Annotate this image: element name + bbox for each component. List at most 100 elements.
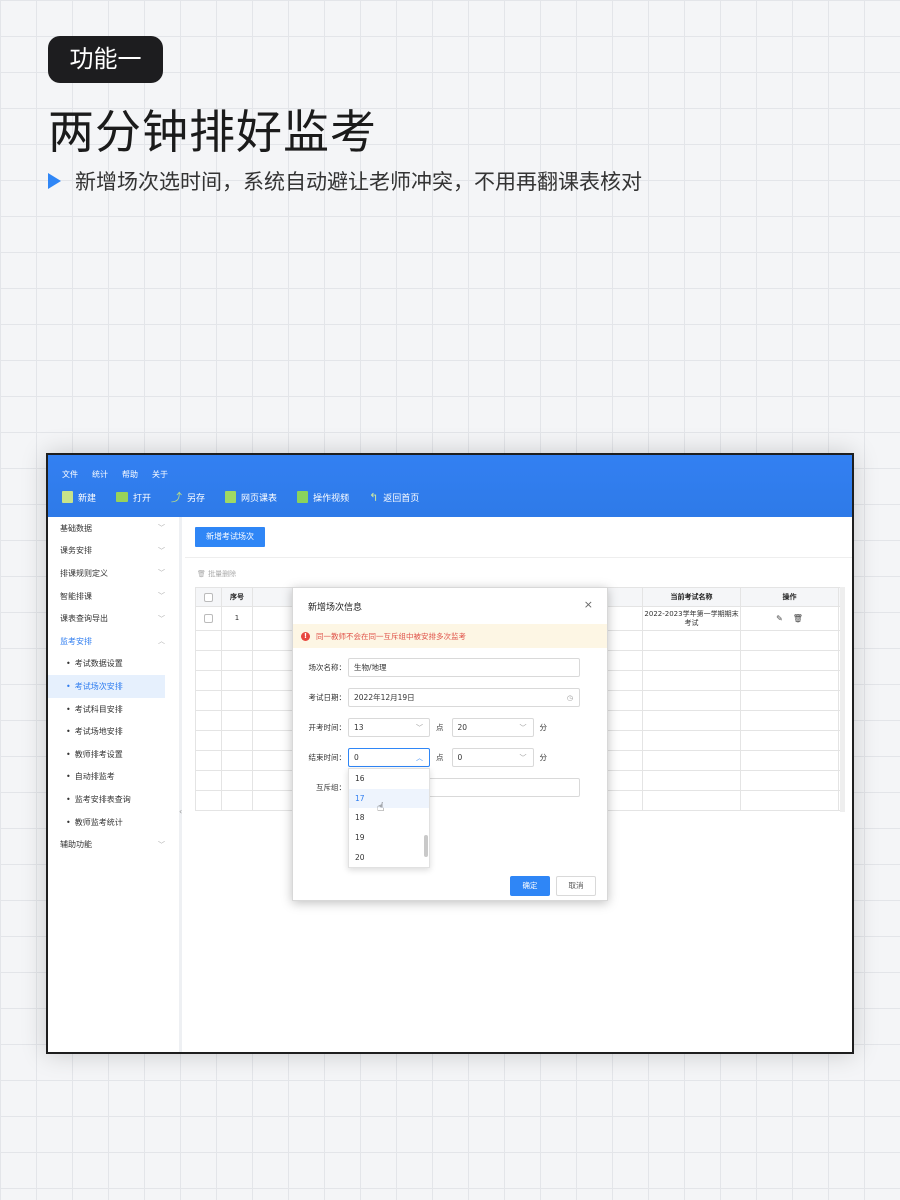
webtable-button[interactable]: 网页课表 [225, 491, 277, 504]
new-button[interactable]: 新建 [62, 491, 96, 504]
mutex-group-row: 互斥组： [293, 778, 580, 797]
row-checkbox[interactable] [204, 614, 213, 623]
video-button-label: 操作视频 [313, 493, 350, 504]
menu-file[interactable]: 文件 [62, 469, 78, 480]
edit-icon[interactable]: ✎ [776, 614, 783, 623]
sidebar-sub-label: 考试科目安排 [74, 704, 123, 714]
menu-bar: 文件 统计 帮助 关于 [62, 469, 168, 480]
back-arrow-icon: ↰ [369, 490, 379, 504]
cancel-button[interactable]: 取消 [556, 876, 596, 896]
collapse-sidebar-icon[interactable]: ‹ [179, 807, 182, 816]
sidebar-sub-proctor-query[interactable]: • 监考安排表查询 [48, 788, 165, 811]
chevron-up-icon: ︿ [158, 637, 165, 646]
new-button-label: 新建 [78, 493, 97, 504]
chevron-down-icon: ﹀ [158, 546, 165, 555]
sidebar-item-query-export[interactable]: 课表查询导出 ﹀ [48, 607, 179, 630]
exam-date-value: 2022年12月19日 [354, 693, 415, 702]
close-icon[interactable]: × [584, 598, 593, 611]
confirm-button[interactable]: 确定 [510, 876, 550, 896]
sidebar-item-label: 监考安排 [60, 636, 92, 646]
sidebar-item-aux[interactable]: 辅助功能 ﹀ [48, 833, 179, 856]
open-button-label: 打开 [133, 493, 152, 504]
new-file-icon [62, 491, 73, 503]
menu-about[interactable]: 关于 [152, 469, 168, 480]
dropdown-option[interactable]: 19 [349, 828, 429, 848]
sidebar-sub-proctor-stats[interactable]: • 教师监考统计 [48, 811, 165, 834]
home-button[interactable]: ↰ 返回首页 [369, 491, 419, 504]
menu-help[interactable]: 帮助 [122, 469, 138, 480]
exam-date-picker[interactable]: 2022年12月19日 ◷ [348, 688, 580, 707]
end-time-row: 结束时间： 0 ︿ 点 0 ﹀ 分 [293, 748, 555, 767]
app-header: 文件 统计 帮助 关于 新建 打开 ⤴ 另存 网页课表 操作视频 ↰ 返回首页 [48, 455, 852, 517]
add-exam-session-button[interactable]: 新增考试场次 [195, 527, 265, 547]
row-actions: ✎ 🗑 [741, 607, 839, 630]
start-minute-select[interactable]: 20 ﹀ [451, 718, 534, 737]
start-hour-select[interactable]: 13 ﹀ [348, 718, 430, 737]
video-button[interactable]: 操作视频 [297, 491, 349, 504]
sidebar-item-label: 排课规则定义 [60, 568, 108, 578]
select-all-checkbox[interactable] [204, 592, 213, 602]
dropdown-scrollbar[interactable] [424, 835, 428, 857]
delete-icon[interactable]: 🗑 [793, 614, 803, 623]
row-exam-name: 2022-2023学年第一学期期末考试 [643, 607, 741, 630]
start-time-row: 开考时间： 13 ﹀ 点 20 ﹀ 分 [293, 718, 555, 737]
batch-delete-button[interactable]: 🗑 批量删除 [197, 569, 236, 579]
hour-dropdown: 16 17 18 19 20 [348, 768, 430, 868]
end-minute-value: 0 [457, 753, 463, 762]
sidebar-sub-label: 教师排考设置 [74, 749, 123, 759]
chevron-down-icon: ﹀ [158, 524, 165, 533]
dropdown-option[interactable]: 18 [349, 808, 429, 828]
sidebar-item-proctor[interactable]: 监考安排 ︿ [48, 630, 179, 653]
sidebar-sub-label: 自动排监考 [74, 772, 115, 782]
warning-text: 同一教师不会在同一互斥组中被安排多次监考 [316, 631, 466, 641]
clock-icon: ◷ [566, 693, 573, 702]
header-actions: 操作 [741, 588, 839, 606]
sidebar-sub-label: 考试场次安排 [74, 681, 123, 691]
exam-date-row: 考试日期： 2022年12月19日 ◷ [293, 688, 580, 707]
session-name-input[interactable]: 生物/地理 [348, 658, 580, 677]
end-minute-select[interactable]: 0 ﹀ [451, 748, 534, 767]
header-checkbox-cell [196, 588, 222, 606]
sidebar-item-rules[interactable]: 排课规则定义 ﹀ [48, 562, 179, 585]
chevron-up-icon: ︿ [416, 753, 423, 762]
sidebar-sub-exam-sessions[interactable]: • 考试场次安排 [48, 675, 165, 698]
sidebar-sub-label: 考试数据设置 [74, 659, 123, 669]
sidebar-item-course-affairs[interactable]: 课务安排 ﹀ [48, 540, 179, 563]
sidebar-item-smart-schedule[interactable]: 智能排课 ﹀ [48, 585, 179, 608]
menu-stats[interactable]: 统计 [92, 469, 108, 480]
sidebar-sub-exam-venues[interactable]: • 考试场地安排 [48, 720, 165, 743]
chevron-down-icon: ﹀ [158, 569, 165, 578]
webtable-button-label: 网页课表 [241, 493, 278, 504]
saveas-button[interactable]: ⤴ 另存 [171, 489, 205, 505]
chevron-down-icon: ﹀ [158, 592, 165, 601]
subtitle: 新增场次选时间，系统自动避让老师冲突，不用再翻课表核对 [48, 166, 642, 196]
hour-unit: 点 [436, 753, 444, 762]
row-index: 1 [222, 607, 253, 630]
sidebar-sub-teacher-settings[interactable]: • 教师排考设置 [48, 743, 165, 766]
open-button[interactable]: 打开 [116, 491, 151, 504]
page-title: 两分钟排好监考 [48, 105, 377, 159]
dropdown-option[interactable]: 17 [349, 788, 429, 809]
feature-badge: 功能一 [48, 36, 163, 83]
add-session-dialog: 新增场次信息 × ! 同一教师不会在同一互斥组中被安排多次监考 场次名称： 生物… [292, 587, 608, 901]
start-minute-value: 20 [457, 723, 468, 732]
video-icon [297, 491, 309, 503]
web-table-icon [225, 491, 237, 503]
sidebar-sub-label: 监考安排表查询 [74, 794, 131, 804]
sidebar-item-basic-data[interactable]: 基础数据 ﹀ [48, 517, 179, 540]
sidebar-sub-label: 教师监考统计 [74, 817, 123, 827]
chevron-down-icon: ﹀ [519, 753, 527, 762]
warning-icon: ! [301, 631, 310, 641]
saveas-button-label: 另存 [187, 493, 206, 504]
end-hour-select[interactable]: 0 ︿ [348, 748, 430, 767]
sidebar-sub-exam-data[interactable]: • 考试数据设置 [48, 653, 165, 676]
dropdown-option[interactable]: 20 [349, 847, 429, 867]
end-time-label: 结束时间： [308, 753, 347, 762]
sidebar-sub-auto-proctor[interactable]: • 自动排监考 [48, 766, 165, 789]
session-name-row: 场次名称： 生物/地理 [293, 658, 580, 677]
sidebar-sub-label: 考试场地安排 [74, 727, 123, 737]
table-scrollbar[interactable] [840, 587, 845, 812]
triangle-bullet-icon [48, 173, 61, 189]
dropdown-option[interactable]: 16 [349, 769, 429, 789]
sidebar-sub-exam-subjects[interactable]: • 考试科目安排 [48, 698, 165, 721]
